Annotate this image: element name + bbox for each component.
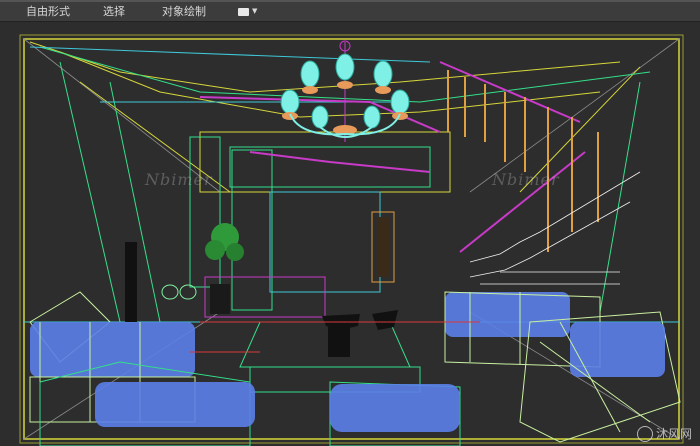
- sofa-front-right: [329, 381, 461, 446]
- wireframe-scene: [19, 34, 684, 446]
- chandelier: [280, 40, 410, 142]
- viewport-shading-icon: [238, 7, 249, 16]
- object-paint-tab[interactable]: 对象绘制: [162, 5, 206, 18]
- ribbon-toolbar: 自由形式 选择 对象绘制 ▼: [0, 0, 700, 22]
- seal-icon: [636, 425, 653, 442]
- perspective-viewport[interactable]: Nbimer Nbimer 沐风网: [0, 22, 700, 446]
- back-wall-furniture: [125, 211, 395, 322]
- freeform-tab[interactable]: 自由形式: [26, 5, 70, 18]
- chevron-down-icon: ▼: [252, 7, 258, 15]
- watermark-bottom: 沐风网: [636, 425, 692, 442]
- watermark-center: Nbimer: [492, 170, 560, 189]
- ceiling-trim-magenta: [199, 61, 586, 253]
- select-tab[interactable]: 选择: [103, 5, 125, 18]
- viewport-shading-menu[interactable]: ▼: [238, 5, 257, 18]
- outer-frame: [19, 34, 684, 444]
- wall-cyan: [24, 46, 680, 323]
- toolbar-top-border: [0, 0, 700, 2]
- watermark-left: Nbimer: [145, 170, 213, 189]
- watermark-bottom-text: 沐风网: [655, 427, 692, 441]
